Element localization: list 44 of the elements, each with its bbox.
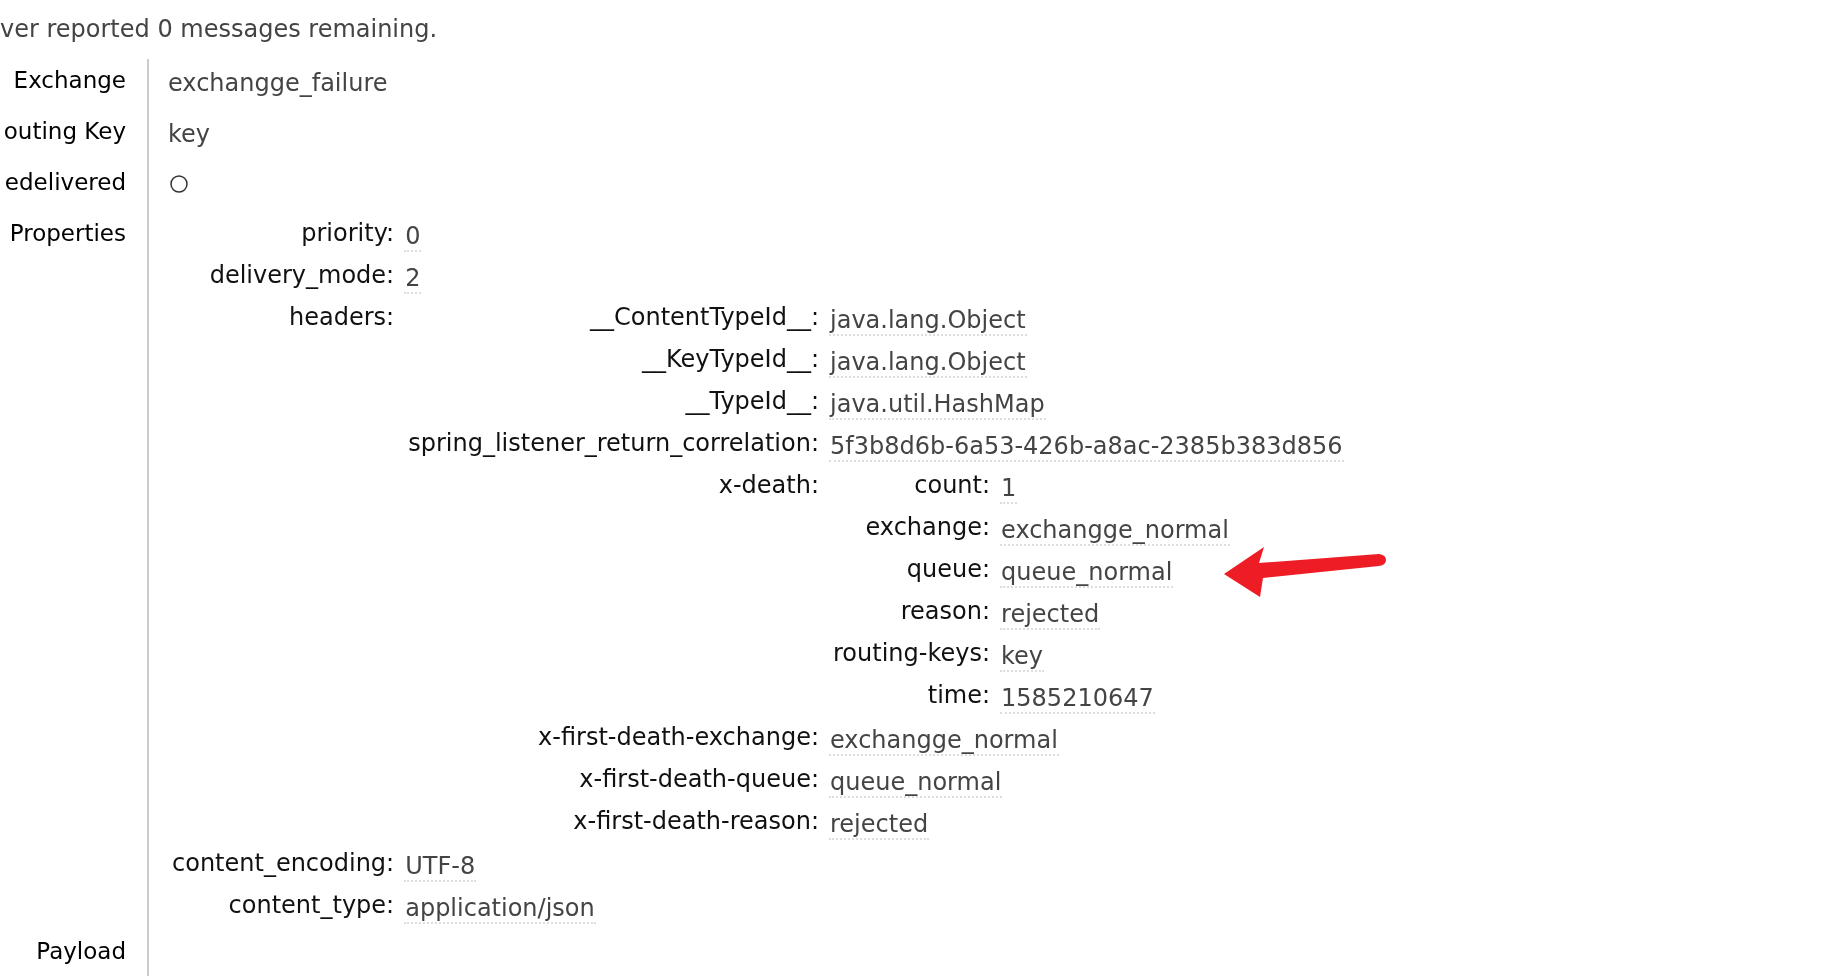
- property-value: exchangge_normal: [829, 726, 1059, 756]
- property-key: exchange:: [865, 513, 991, 541]
- property-value: 1: [1000, 474, 1018, 504]
- property-value: java.lang.Object: [829, 306, 1027, 336]
- property-value: rejected: [829, 810, 930, 840]
- field-label: edelivered: [4, 169, 126, 195]
- field-label: Exchange: [13, 67, 126, 93]
- property-value: rejected: [1000, 600, 1101, 630]
- property-value: java.util.HashMap: [829, 390, 1046, 420]
- property-key: count:: [914, 471, 991, 499]
- property-key: time:: [927, 681, 991, 709]
- property-value: 1585210647: [1000, 684, 1155, 714]
- property-key: reason:: [900, 597, 991, 625]
- property-key: spring_listener_return_correlation:: [408, 429, 819, 457]
- property-value: queue_normal: [1000, 558, 1174, 588]
- property-key: __ContentTypeId__:: [590, 303, 819, 331]
- field-value: key: [168, 120, 210, 148]
- field-label: Payload: [36, 938, 126, 964]
- property-value: 0: [404, 222, 422, 252]
- property-key: headers:: [289, 303, 395, 331]
- property-value: 2: [404, 264, 422, 294]
- property-key: x-first-death-reason:: [573, 807, 819, 835]
- property-value: 5f3b8d6b-6a53-426b-a8ac-2385b383d856: [829, 432, 1344, 462]
- property-key: priority:: [301, 219, 395, 247]
- field-label: outing Key: [3, 118, 126, 144]
- property-key: x-death:: [718, 471, 819, 499]
- property-key: __KeyTypeId__:: [641, 345, 819, 373]
- property-key: x-first-death-queue:: [579, 765, 819, 793]
- property-key: content_encoding:: [172, 849, 395, 877]
- property-key: delivery_mode:: [209, 261, 395, 289]
- property-value: exchangge_normal: [1000, 516, 1230, 546]
- field-label: Properties: [9, 220, 126, 246]
- property-value: UTF-8: [404, 852, 477, 882]
- field-value: exchangge_failure: [168, 69, 388, 97]
- property-value: java.lang.Object: [829, 348, 1027, 378]
- property-value: application/json: [404, 894, 596, 924]
- property-value: key: [1000, 642, 1045, 672]
- property-key: routing-keys:: [833, 639, 991, 667]
- property-value: queue_normal: [829, 768, 1003, 798]
- property-key: __TypeId__:: [685, 387, 819, 415]
- property-key: x-first-death-exchange:: [538, 723, 819, 751]
- property-key: queue:: [906, 555, 991, 583]
- property-key: content_type:: [228, 891, 395, 919]
- status-text: ver reported 0 messages remaining.: [0, 14, 439, 44]
